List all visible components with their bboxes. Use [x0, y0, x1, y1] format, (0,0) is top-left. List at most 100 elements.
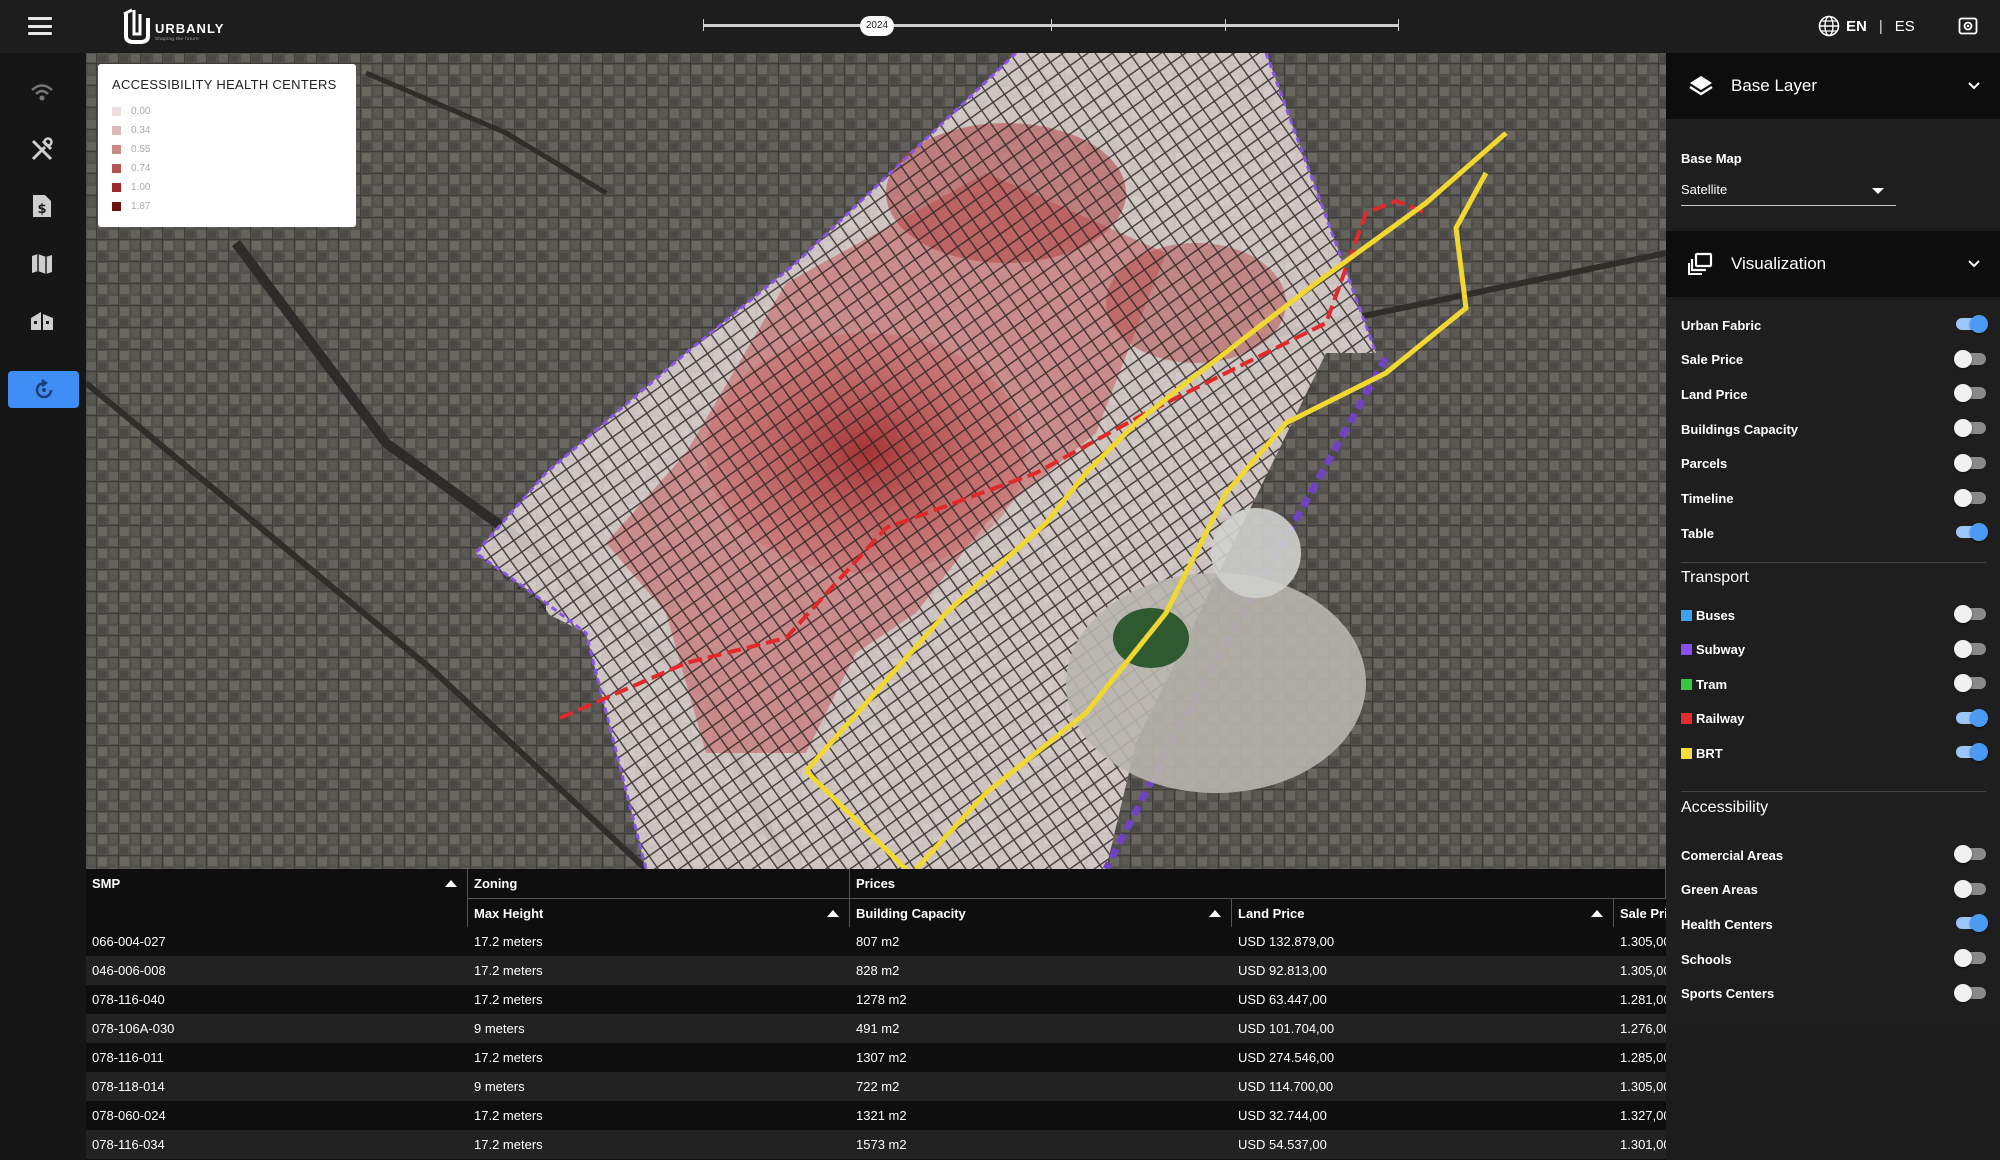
toggle-row-green-areas: Green Areas	[1681, 879, 1986, 900]
menu-icon[interactable]	[28, 17, 52, 35]
toggle-switch[interactable]	[1954, 419, 1986, 438]
toggle-row-parcels: Parcels	[1681, 453, 1986, 474]
nav-buildings-icon[interactable]	[27, 305, 57, 335]
toggle-label: Green Areas	[1681, 882, 1758, 898]
layers-icon	[1689, 76, 1713, 96]
legend-item: 1.87	[112, 197, 342, 216]
column-header-max-height[interactable]: Max Height	[468, 898, 850, 927]
sort-icon[interactable]	[445, 880, 457, 887]
toggle-row-buses: Buses	[1681, 605, 1986, 625]
toggle-switch[interactable]	[1954, 384, 1986, 403]
group-header-prices: Prices	[850, 869, 1666, 898]
table-row[interactable]: 078-116-011 17.2 meters 1307 m2 USD 274.546…	[86, 1043, 1666, 1072]
base-map-select[interactable]: Satellite	[1681, 178, 1896, 206]
globe-icon	[1818, 15, 1840, 37]
table-row[interactable]: 078-118-014 9 meters 722 m2 USD 114.700,00 1…	[86, 1072, 1666, 1101]
toggle-switch[interactable]	[1954, 845, 1986, 863]
toggle-row-comercial-areas: Comercial Areas	[1681, 845, 1986, 865]
table-row[interactable]: 078-106A-030 9 meters 491 m2 USD 101.704,00…	[86, 1014, 1666, 1043]
nav-price-document-icon[interactable]: $	[27, 191, 57, 221]
toggle-switch[interactable]	[1954, 453, 1986, 472]
table-row[interactable]: 046-006-008 17.2 meters 828 m2 USD 92.813,0…	[86, 956, 1666, 985]
year-timeline-slider[interactable]	[703, 19, 1399, 31]
toggle-row-subway: Subway	[1681, 639, 1986, 660]
table-row[interactable]: 078-116-034 17.2 meters 1573 m2 USD 54.537,…	[86, 1130, 1666, 1159]
svg-text:$: $	[37, 202, 46, 217]
toggle-switch[interactable]	[1954, 349, 1986, 368]
toggle-switch[interactable]	[1956, 743, 1988, 761]
toggle-label: Sale Price	[1681, 352, 1744, 368]
brand-name: URBANLY	[155, 20, 225, 36]
nav-map-icon[interactable]	[27, 249, 57, 279]
lang-es-button[interactable]: ES	[1895, 18, 1915, 35]
toggle-label: Timeline	[1681, 491, 1734, 506]
table-cell: 722 m2	[856, 1079, 900, 1094]
table-cell: 078-116-011	[92, 1050, 164, 1065]
legend-item: 0.74	[112, 159, 342, 178]
table-cell: 9 meters	[474, 1021, 525, 1036]
base-layer-header[interactable]: Base Layer	[1666, 53, 2000, 119]
table-cell: 17.2 meters	[474, 992, 543, 1007]
sort-icon[interactable]	[1209, 910, 1221, 917]
nav-history-button[interactable]	[8, 371, 79, 408]
toggle-switch[interactable]	[1956, 914, 1988, 933]
visualization-header[interactable]: Visualization	[1666, 231, 2000, 297]
chevron-down-icon[interactable]	[1966, 256, 1982, 272]
year-slider-thumb[interactable]: 2024	[860, 16, 894, 36]
table-cell: 807 m2	[856, 934, 900, 949]
table-cell: 1321 m2	[856, 1108, 907, 1123]
toggle-row-urban-fabric: Urban Fabric	[1681, 315, 1988, 335]
table-row[interactable]: 078-060-024 17.2 meters 1321 m2 USD 32.744,…	[86, 1101, 1666, 1130]
toggle-row-sports-centers: Sports Centers	[1681, 983, 1986, 1004]
visualization-title: Visualization	[1731, 254, 1827, 273]
nav-tools-icon[interactable]	[27, 135, 57, 165]
map-legend: ACCESSIBILITY HEALTH CENTERS 0.00 0.34 0…	[98, 64, 356, 227]
toggle-switch[interactable]	[1956, 315, 1988, 333]
legend-item: 0.00	[112, 102, 342, 121]
column-header-smp[interactable]: SMP	[86, 869, 468, 927]
toggle-switch[interactable]	[1954, 983, 1986, 1002]
table-cell: 828 m2	[856, 963, 900, 978]
sort-icon[interactable]	[827, 910, 839, 917]
urbanly-logo-icon	[123, 8, 150, 44]
sort-icon[interactable]	[1591, 910, 1603, 917]
table-cell: USD 132.879,00	[1238, 934, 1335, 949]
toggle-switch[interactable]	[1954, 605, 1986, 623]
left-sidebar: $	[0, 53, 86, 1160]
column-header-land-price[interactable]: Land Price	[1232, 898, 1614, 927]
column-header-building-capacity[interactable]: Building Capacity	[850, 898, 1232, 927]
table-cell: 17.2 meters	[474, 1050, 543, 1065]
toggle-switch[interactable]	[1954, 488, 1986, 507]
table-cell: USD 32.744,00	[1238, 1108, 1327, 1123]
toggle-label: Schools	[1681, 951, 1732, 967]
color-swatch	[1681, 747, 1692, 759]
table-row[interactable]: 078-116-040 17.2 meters 1278 m2 USD 63.447,…	[86, 985, 1666, 1014]
table-cell: 9 meters	[474, 1079, 525, 1094]
toggle-label: Buildings Capacity	[1681, 421, 1799, 437]
toggle-switch[interactable]	[1954, 674, 1986, 692]
toggle-switch[interactable]	[1954, 879, 1986, 898]
chevron-down-icon[interactable]	[1966, 78, 1982, 94]
table-cell: USD 63.447,00	[1238, 992, 1327, 1007]
table-row[interactable]: 066-004-027 17.2 meters 807 m2 USD 132.879,…	[86, 927, 1666, 956]
toggle-label: Comercial Areas	[1681, 847, 1784, 863]
table-cell: 1.327,00 USD/m2	[1620, 1108, 1666, 1123]
toggle-switch[interactable]	[1956, 708, 1988, 727]
toggle-switch[interactable]	[1954, 949, 1986, 968]
table-cell: 17.2 meters	[474, 963, 543, 978]
toggle-switch[interactable]	[1954, 639, 1986, 658]
accessibility-title: Accessibility	[1681, 799, 1769, 816]
table-cell: 078-116-040	[92, 992, 165, 1007]
legend-item: 0.34	[112, 121, 342, 140]
toggle-row-timeline: Timeline	[1681, 488, 1986, 509]
toggle-label: Health Centers	[1681, 916, 1773, 932]
toggle-switch[interactable]	[1956, 523, 1988, 542]
lang-en-button[interactable]: EN	[1846, 18, 1867, 35]
color-swatch	[1681, 713, 1692, 724]
screenshot-icon[interactable]	[1958, 16, 1978, 36]
column-header-sale-price[interactable]: Sale Price	[1614, 898, 1666, 927]
table-cell: 1278 m2	[856, 992, 907, 1007]
toggle-label: Table	[1681, 525, 1714, 541]
nav-wifi-icon[interactable]	[27, 77, 57, 107]
color-swatch	[1681, 644, 1692, 655]
